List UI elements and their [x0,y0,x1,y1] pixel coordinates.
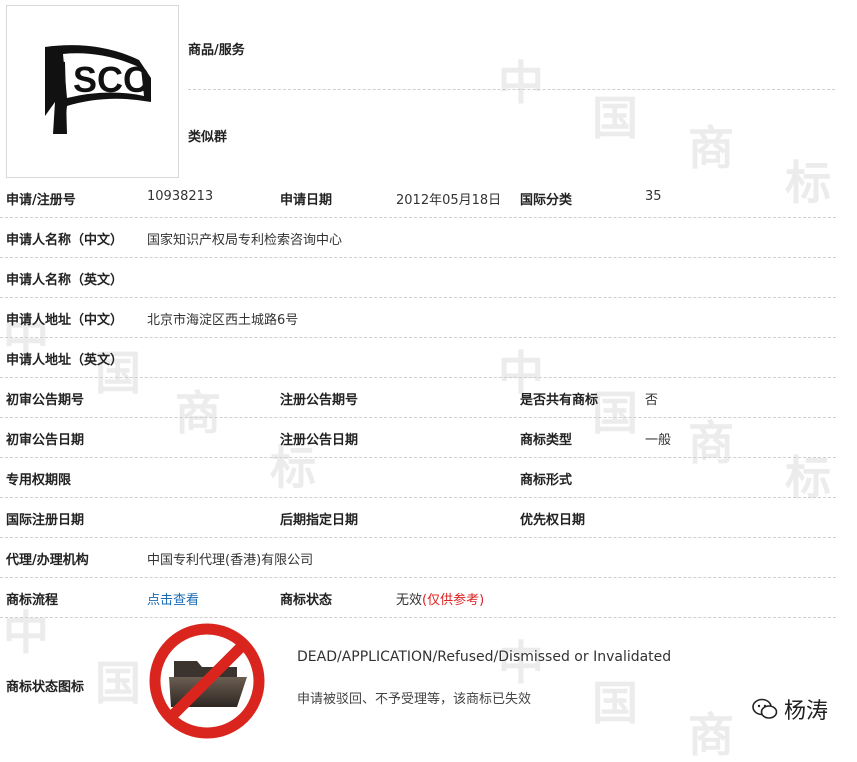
row-application-number: 申请/注册号 10938213 申请日期 2012年05月18日 国际分类 35 [0,177,836,218]
label-trademark-status: 商标状态 [280,593,333,608]
label-trademark-type: 商标类型 [520,433,573,448]
label-subsequent-designation-date: 后期指定日期 [280,513,359,528]
status-note: (仅供参考) [422,593,485,608]
row-announcement-number: 初审公告期号 注册公告期号 是否共有商标 否 [0,377,836,418]
label-registration-announcement-date: 注册公告日期 [280,433,359,448]
row-applicant-address-cn: 申请人地址（中文） 北京市海淀区西土城路6号 [0,297,836,338]
view-process-link[interactable]: 点击查看 [147,589,199,608]
label-application-number: 申请/注册号 [6,193,76,208]
logo-text: SCC [73,59,149,100]
label-intl-registration-date: 国际注册日期 [6,513,85,528]
status-icon-label: 商标状态图标 [6,680,85,695]
value-agent: 中国专利代理(香港)有限公司 [147,553,314,568]
label-applicant-address-en: 申请人地址（英文） [6,353,124,368]
label-prelim-announcement-no: 初审公告期号 [6,393,85,408]
label-applicant-address-cn: 申请人地址（中文） [6,313,124,328]
label-trademark-form: 商标形式 [520,473,573,488]
label-application-date: 申请日期 [280,193,333,208]
row-agent: 代理/办理机构 中国专利代理(香港)有限公司 [0,537,836,578]
label-applicant-name-cn: 申请人名称（中文） [6,233,124,248]
value-trademark-type: 一般 [645,433,672,448]
label-shared-trademark: 是否共有商标 [520,393,599,408]
value-applicant-address-cn: 北京市海淀区西土城路6号 [147,313,299,328]
row-international-registration: 国际注册日期 后期指定日期 优先权日期 [0,497,836,538]
trademark-image: SCC [6,5,179,178]
watermark-char: 商 [688,121,734,175]
prohibited-folder-icon [147,621,267,741]
wechat-icon [752,698,778,719]
row-applicant-address-en: 申请人地址（英文） [0,337,836,378]
label-trademark-process: 商标流程 [6,593,59,608]
wechat-account-name: 杨涛 [784,699,829,724]
divider [188,89,835,90]
label-agent: 代理/办理机构 [6,553,89,568]
row-applicant-name-cn: 申请人名称（中文） 国家知识产权局专利检索咨询中心 [0,217,836,258]
watermark-char: 国 [95,656,141,710]
label-international-class: 国际分类 [520,193,573,208]
value-trademark-status: 无效(仅供参考) [396,589,484,608]
row-applicant-name-en: 申请人名称（英文） [0,257,836,298]
label-priority-date: 优先权日期 [520,513,586,528]
label-exclusive-period: 专用权期限 [6,473,72,488]
status-description-en: DEAD/APPLICATION/Refused/Dismissed or In… [297,649,672,665]
scc-logo: SCC [45,45,151,135]
value-international-class: 35 [645,189,662,204]
value-application-date: 2012年05月18日 [396,193,502,208]
watermark-char: 国 [592,91,638,145]
label-applicant-name-en: 申请人名称（英文） [6,273,124,288]
value-applicant-name-cn: 国家知识产权局专利检索咨询中心 [147,233,343,248]
row-process-status: 商标流程 点击查看 商标状态 无效(仅供参考) [0,577,836,618]
status-description-cn: 申请被驳回、不予受理等，该商标已失效 [297,692,532,707]
watermark-char: 中 [498,56,544,110]
watermark-char: 国 [592,676,638,730]
row-exclusive-period: 专用权期限 商标形式 [0,457,836,498]
label-prelim-announcement-date: 初审公告日期 [6,433,85,448]
status-text: 无效 [396,593,423,608]
row-announcement-date: 初审公告日期 注册公告日期 商标类型 一般 [0,417,836,458]
wechat-watermark: 杨涛 [752,693,828,725]
goods-services-label: 商品/服务 [188,43,245,58]
value-shared-trademark: 否 [645,393,659,408]
similar-group-label: 类似群 [188,130,228,145]
watermark-char: 商 [688,708,734,762]
value-application-number: 10938213 [147,189,214,204]
label-registration-announcement-no: 注册公告期号 [280,393,359,408]
